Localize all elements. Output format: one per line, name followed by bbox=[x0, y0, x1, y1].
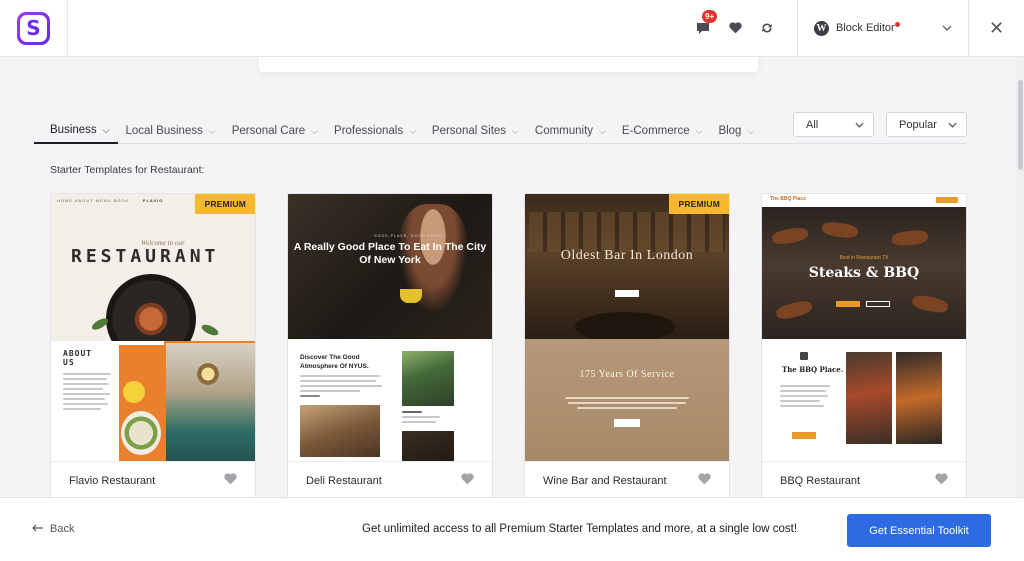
notifications-icon[interactable]: 9+ bbox=[695, 10, 718, 36]
tab-business[interactable]: Business ⌵ bbox=[34, 113, 118, 144]
chevron-down-icon: ⌵ bbox=[599, 125, 606, 136]
template-thumbnail: Oldest Bar In London 175 Years Of Servic… bbox=[525, 194, 729, 461]
chevron-down-icon: ⌵ bbox=[208, 125, 216, 136]
chevron-down-icon bbox=[855, 120, 864, 130]
chevron-down-icon: ⌵ bbox=[695, 125, 703, 136]
favorite-heart-icon[interactable] bbox=[224, 473, 237, 488]
app-logo[interactable]: S bbox=[17, 11, 50, 45]
chevron-down-icon: ⌵ bbox=[512, 125, 519, 136]
template-thumbnail: GOOD PLACE, GOOD FOOD A Really Good Plac… bbox=[288, 194, 492, 461]
sort-select[interactable]: Popular bbox=[886, 112, 967, 137]
get-essential-toolkit-button[interactable]: Get Essential Toolkit bbox=[847, 514, 991, 547]
notification-badge: 9+ bbox=[702, 10, 718, 23]
scrollbar-thumb[interactable] bbox=[1018, 80, 1023, 170]
top-bar: S 9+ W Block Editor ✕ bbox=[0, 0, 1024, 57]
favorite-heart-icon[interactable] bbox=[935, 473, 948, 488]
type-filter-select[interactable]: All bbox=[793, 112, 874, 137]
chevron-down-icon bbox=[942, 22, 952, 34]
wordpress-icon: W bbox=[814, 20, 829, 36]
premium-badge: PREMIUM bbox=[669, 194, 729, 214]
thumb-title: RESTAURANT bbox=[71, 246, 220, 267]
back-label: Back bbox=[50, 523, 75, 535]
close-icon: ✕ bbox=[988, 17, 1005, 38]
tab-professionals[interactable]: Professionals ⌵ bbox=[326, 113, 424, 144]
top-icons: 9+ bbox=[695, 0, 797, 56]
chevron-down-icon: ⌵ bbox=[747, 125, 755, 136]
thumb-title: A Really Good Place To Eat In The City O… bbox=[293, 241, 487, 266]
favorites-heart-icon[interactable] bbox=[727, 20, 743, 36]
dining-room-image bbox=[164, 341, 255, 461]
section-title: Starter Templates for Restaurant: bbox=[50, 164, 205, 176]
template-name: Flavio Restaurant bbox=[69, 475, 156, 487]
template-name: Wine Bar and Restaurant bbox=[543, 475, 667, 487]
tab-blog[interactable]: Blog ⌵ bbox=[710, 113, 762, 144]
tab-community[interactable]: Community ⌵ bbox=[527, 113, 614, 144]
logo-cell: S bbox=[0, 0, 68, 56]
template-name: Deli Restaurant bbox=[306, 475, 382, 487]
chevron-down-icon: ⌵ bbox=[409, 125, 416, 136]
editor-status-dot bbox=[895, 22, 900, 27]
tab-local-business[interactable]: Local Business ⌵ bbox=[118, 113, 224, 144]
type-filter-value: All bbox=[806, 118, 819, 131]
bottom-bar: Back Get unlimited access to all Premium… bbox=[0, 497, 1024, 561]
template-thumbnail: The BBQ Place Best in Restaurant TX Stea… bbox=[762, 194, 966, 461]
favorite-heart-icon[interactable] bbox=[698, 473, 711, 488]
sort-value: Popular bbox=[899, 118, 937, 131]
template-card-deli[interactable]: GOOD PLACE, GOOD FOOD A Really Good Plac… bbox=[287, 193, 493, 503]
thumb-title: Steaks & BBQ bbox=[808, 265, 920, 281]
chevron-down-icon: ⌵ bbox=[311, 125, 319, 136]
thumb-title: Oldest Bar In London bbox=[560, 248, 694, 263]
back-button[interactable]: Back bbox=[32, 523, 74, 535]
tab-e-commerce[interactable]: E-Commerce ⌵ bbox=[614, 113, 711, 144]
arrow-left-icon bbox=[32, 523, 44, 535]
editor-selector[interactable]: W Block Editor bbox=[797, 0, 968, 56]
chevron-down-icon: ⌵ bbox=[102, 124, 110, 135]
tab-personal-care[interactable]: Personal Care ⌵ bbox=[224, 113, 326, 144]
sync-icon[interactable] bbox=[759, 20, 775, 36]
template-thumbnail: HOME ABOUT MENU BOOK FLAVIO Welcome to o… bbox=[51, 194, 255, 461]
close-button[interactable]: ✕ bbox=[968, 0, 1024, 56]
editor-label: Block Editor bbox=[836, 22, 895, 34]
logo-letter: S bbox=[20, 14, 47, 42]
tab-personal-sites[interactable]: Personal Sites ⌵ bbox=[424, 113, 527, 144]
template-card-flavio[interactable]: HOME ABOUT MENU BOOK FLAVIO Welcome to o… bbox=[50, 193, 256, 503]
promo-text: Get unlimited access to all Premium Star… bbox=[362, 523, 798, 535]
template-name: BBQ Restaurant bbox=[780, 475, 861, 487]
premium-badge: PREMIUM bbox=[195, 194, 255, 214]
chevron-down-icon bbox=[948, 120, 957, 130]
template-card-wine-bar[interactable]: Oldest Bar In London 175 Years Of Servic… bbox=[524, 193, 730, 503]
template-card-bbq[interactable]: The BBQ Place Best in Restaurant TX Stea… bbox=[761, 193, 967, 503]
favorite-heart-icon[interactable] bbox=[461, 473, 474, 488]
